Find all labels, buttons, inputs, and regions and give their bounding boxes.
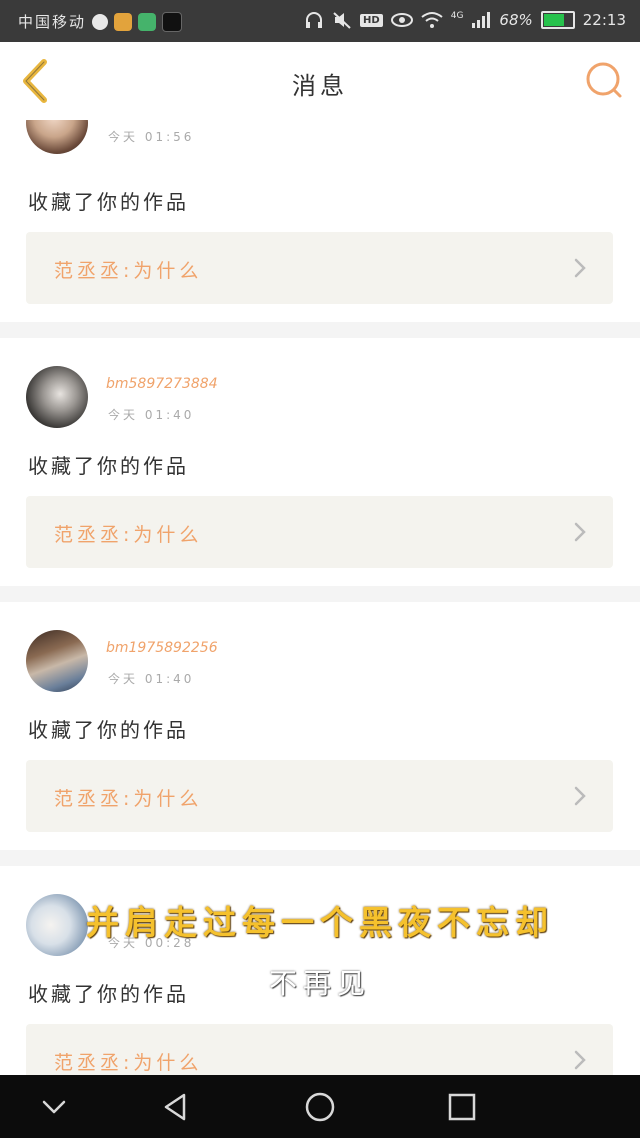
clock: 22:13 [582, 11, 626, 29]
message-card: bm9734254400 今天 01:56 收藏了你的作品 范丞丞:为什么 [0, 120, 640, 322]
page-title: 消息 [292, 72, 348, 100]
mute-icon [333, 12, 351, 29]
system-nav-bar [0, 1075, 640, 1138]
network-type: 4G [450, 11, 464, 21]
avatar[interactable] [26, 366, 88, 428]
work-title: 范丞丞:为什么 [54, 788, 203, 810]
subtitle-line-2: 不再见 [268, 967, 371, 1000]
username[interactable]: bm1975892256 [106, 640, 218, 656]
work-title: 范丞丞:为什么 [54, 1052, 203, 1074]
app-header: 消息 [0, 42, 640, 121]
carrier-label: 中国移动 [18, 13, 87, 31]
work-link[interactable]: 范丞丞:为什么 [26, 1024, 613, 1075]
battery-percent: 68% [499, 11, 533, 29]
message-time: 今天 01:40 [108, 408, 195, 422]
work-title: 范丞丞:为什么 [54, 524, 203, 546]
work-link[interactable]: 范丞丞:为什么 [26, 232, 613, 304]
message-action: 收藏了你的作品 [28, 454, 189, 478]
chevron-down-icon[interactable] [38, 1091, 70, 1123]
message-action: 收藏了你的作品 [28, 190, 189, 214]
wifi-icon [421, 12, 443, 28]
home-circle-icon[interactable] [304, 1091, 336, 1123]
divider [0, 586, 640, 602]
message-card: bm5897273884 今天 01:40 收藏了你的作品 范丞丞:为什么 [0, 338, 640, 586]
battery-icon [540, 11, 575, 29]
video-app-icon [138, 12, 157, 31]
headphones-icon [306, 12, 323, 28]
recents-square-icon[interactable] [446, 1091, 478, 1123]
chevron-right-icon [574, 786, 586, 806]
divider [0, 850, 640, 866]
subtitle-line-1: 并肩走过每一个黑夜不忘却 [86, 903, 554, 942]
chevron-right-icon [574, 258, 586, 278]
search-button[interactable] [584, 60, 624, 100]
weibo-app-icon [92, 13, 109, 30]
eye-comfort-icon [390, 13, 413, 27]
work-link[interactable]: 范丞丞:为什么 [26, 760, 613, 832]
message-time: 今天 01:40 [108, 672, 195, 686]
hd-icon: HD [360, 13, 383, 27]
message-action: 收藏了你的作品 [28, 718, 189, 742]
tiktok-app-icon [162, 11, 183, 32]
message-card: bm1975892256 今天 01:40 收藏了你的作品 范丞丞:为什么 [0, 602, 640, 850]
status-bar: 中国移动 HD 4G 68% 22:13 [0, 0, 640, 42]
avatar[interactable] [26, 120, 88, 154]
chevron-right-icon [574, 1050, 586, 1070]
avatar[interactable] [26, 630, 88, 692]
chevron-right-icon [574, 522, 586, 542]
message-time: 今天 01:56 [108, 130, 195, 144]
back-triangle-icon[interactable] [160, 1091, 192, 1123]
work-link[interactable]: 范丞丞:为什么 [26, 496, 613, 568]
username[interactable]: bm5897273884 [106, 376, 218, 392]
weibo-red-app-icon [114, 12, 133, 31]
work-title: 范丞丞:为什么 [54, 260, 203, 282]
signal-icon [472, 12, 491, 28]
divider [0, 322, 640, 338]
